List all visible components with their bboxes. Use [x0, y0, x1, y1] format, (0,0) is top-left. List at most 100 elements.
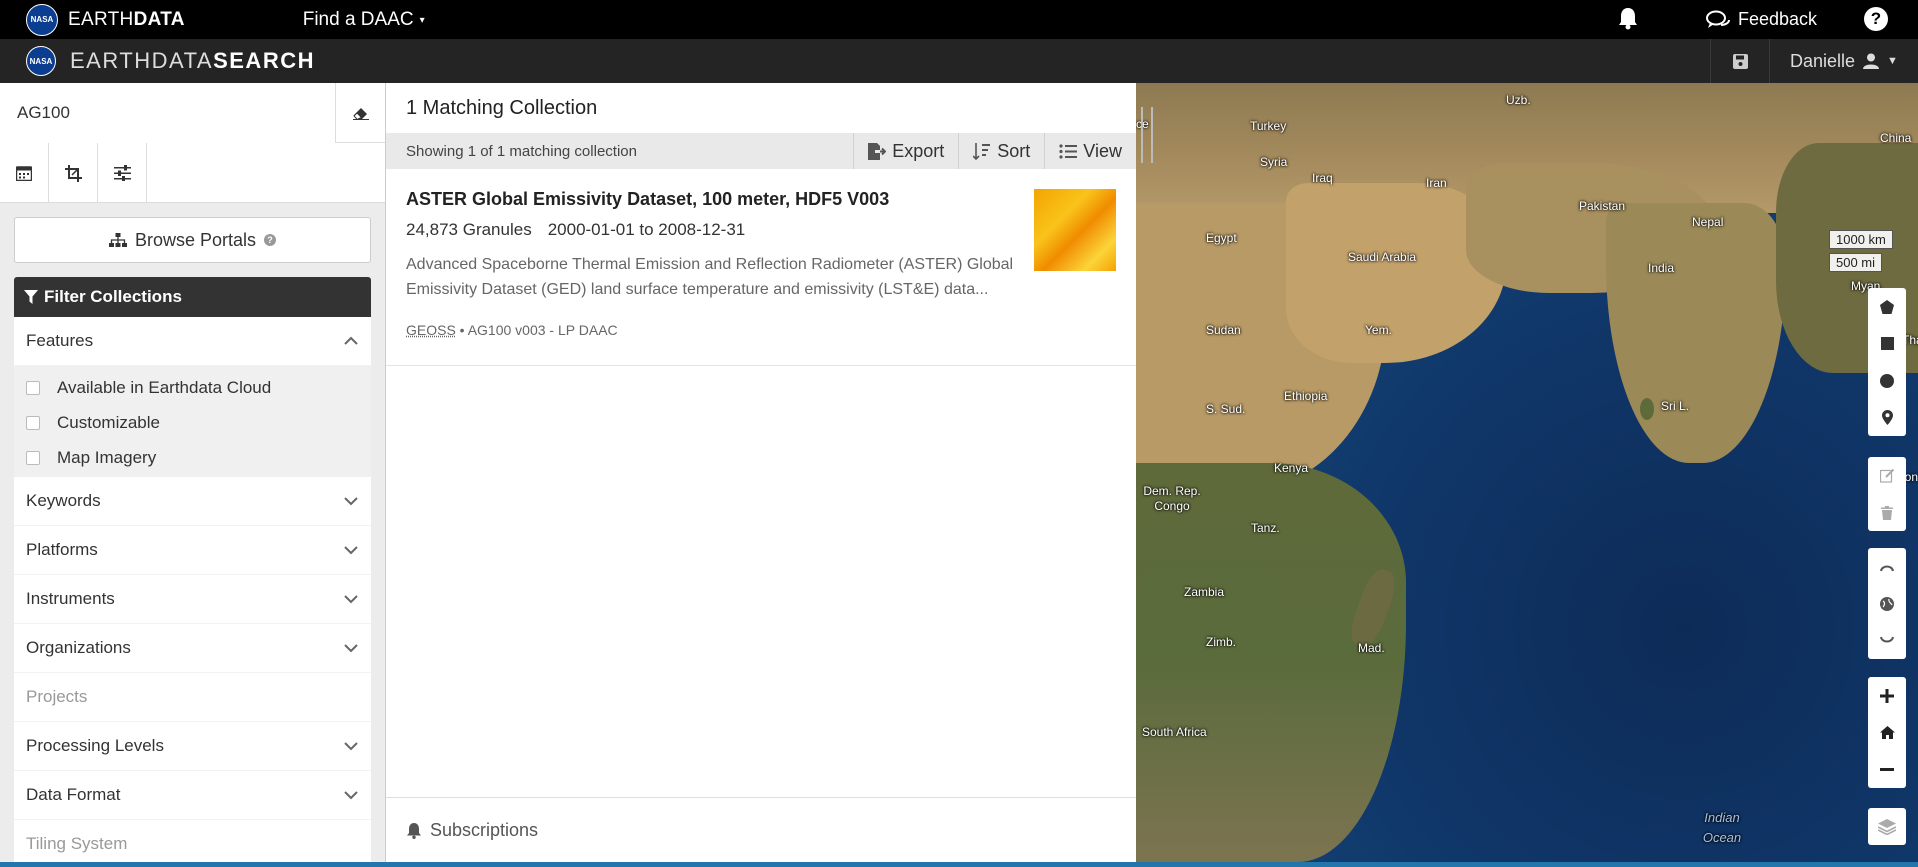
facet-data-format[interactable]: Data Format — [14, 771, 371, 820]
polygon-icon — [1880, 299, 1894, 314]
user-menu[interactable]: Danielle ▼ — [1790, 39, 1898, 83]
layers-button[interactable] — [1868, 808, 1906, 845]
facet-features[interactable]: Features — [14, 317, 371, 366]
save-project-button[interactable] — [1710, 39, 1770, 83]
feature-customizable[interactable]: Customizable — [14, 405, 371, 440]
map-label: Iraq — [1312, 171, 1333, 185]
spatial-filter-button[interactable] — [49, 143, 98, 203]
view-button[interactable]: View — [1044, 133, 1136, 169]
chevron-down-icon — [344, 546, 358, 555]
map-label: Tanz. — [1251, 521, 1280, 535]
facet-label: Instruments — [26, 589, 115, 608]
find-daac-label: Find a DAAC — [302, 8, 414, 30]
collection-results-panel: 1 Matching Collection Showing 1 of 1 mat… — [386, 83, 1136, 862]
sidebar-body: Browse Portals ? Filter Collections Feat… — [0, 203, 385, 862]
edit-shape-button[interactable] — [1868, 457, 1906, 494]
feedback-link[interactable]: Feedback — [1706, 0, 1817, 39]
advanced-search-button[interactable] — [98, 143, 147, 203]
facet-projects: Projects — [14, 673, 371, 722]
sort-button[interactable]: Sort — [958, 133, 1044, 169]
export-button[interactable]: Export — [853, 133, 958, 169]
help-icon[interactable]: ? — [1864, 7, 1888, 31]
layers-icon — [1878, 818, 1896, 835]
zoom-tools — [1868, 677, 1906, 788]
feature-earthdata-cloud[interactable]: Available in Earthdata Cloud — [14, 370, 371, 405]
home-icon — [1879, 726, 1895, 739]
geoss-badge[interactable]: GEOSS — [406, 322, 456, 338]
nasa-logo[interactable]: NASA — [26, 3, 58, 36]
eraser-icon — [352, 107, 369, 120]
search-row — [0, 83, 385, 143]
subscriptions-button[interactable]: Subscriptions — [386, 797, 1136, 862]
antarctic-projection-button[interactable] — [1868, 622, 1906, 659]
facet-platforms[interactable]: Platforms — [14, 526, 371, 575]
map-panel[interactable]: ce Turkey Syria Iraq Iran Pakistan Nepal… — [1136, 83, 1918, 862]
map-label: Zimb. — [1206, 635, 1236, 649]
zoom-out-button[interactable] — [1868, 751, 1906, 788]
draw-tools — [1868, 288, 1906, 436]
checkbox[interactable] — [26, 450, 40, 465]
facet-label: Keywords — [26, 491, 101, 510]
browse-portals-button[interactable]: Browse Portals ? — [14, 217, 371, 263]
search-input[interactable] — [0, 83, 335, 143]
facet-instruments[interactable]: Instruments — [14, 575, 371, 624]
home-button[interactable] — [1868, 714, 1906, 751]
collection-granules: 24,873 Granules — [406, 220, 532, 239]
globe-north-icon — [1880, 565, 1894, 571]
panel-resize-handle[interactable] — [1141, 107, 1153, 163]
layers-control — [1868, 808, 1906, 845]
nasa-logo-small[interactable]: NASA — [26, 46, 56, 76]
checkbox[interactable] — [26, 415, 40, 430]
edit-icon — [1879, 468, 1894, 483]
earthdata-brand[interactable]: EARTHDATA — [68, 9, 185, 31]
projection-tools — [1868, 548, 1906, 659]
feature-label: Customizable — [57, 412, 160, 432]
zoom-in-button[interactable] — [1868, 677, 1906, 714]
facet-processing-levels[interactable]: Processing Levels — [14, 722, 371, 771]
collection-result-item[interactable]: ASTER Global Emissivity Dataset, 100 met… — [386, 169, 1136, 366]
facet-tiling-system: Tiling System — [14, 820, 371, 862]
draw-circle-button[interactable] — [1868, 362, 1906, 399]
delete-shape-button[interactable] — [1868, 494, 1906, 531]
facet-label: Projects — [26, 687, 88, 706]
chevron-down-icon — [344, 742, 358, 751]
question-circle-icon[interactable]: ? — [264, 234, 277, 246]
sliders-icon — [113, 165, 131, 181]
user-icon — [1863, 53, 1880, 69]
chevron-down-icon — [344, 644, 358, 653]
collection-title[interactable]: ASTER Global Emissivity Dataset, 100 met… — [406, 189, 1116, 210]
geographic-projection-button[interactable] — [1868, 585, 1906, 622]
facet-label: Processing Levels — [26, 736, 164, 755]
checkbox[interactable] — [26, 380, 40, 395]
collection-meta: 24,873 Granules 2000-01-01 to 2008-12-31 — [406, 220, 1116, 240]
filter-icon — [24, 290, 38, 304]
globe-south-icon — [1880, 636, 1894, 642]
draw-point-button[interactable] — [1868, 399, 1906, 436]
map-label: India — [1648, 261, 1675, 275]
square-icon — [1880, 337, 1894, 350]
draw-rectangle-button[interactable] — [1868, 325, 1906, 362]
results-toolbar: Showing 1 of 1 matching collection Expor… — [386, 133, 1136, 169]
facet-organizations[interactable]: Organizations — [14, 624, 371, 673]
map-landmass — [1606, 203, 1786, 463]
browse-portals-label: Browse Portals — [134, 229, 257, 250]
find-daac-menu[interactable]: Find a DAAC ▾ — [303, 9, 425, 31]
facet-label: Features — [26, 331, 94, 350]
clear-search-button[interactable] — [335, 83, 385, 143]
feature-map-imagery[interactable]: Map Imagery — [14, 440, 371, 475]
chevron-down-icon — [344, 595, 358, 604]
bell-icon[interactable] — [1617, 6, 1639, 30]
facet-label: Platforms — [26, 540, 98, 559]
facet-keywords[interactable]: Keywords — [14, 477, 371, 526]
scale-bar-mi: 500 mi — [1829, 253, 1883, 272]
subscriptions-label: Subscriptions — [430, 819, 539, 840]
map-label: Nepal — [1692, 215, 1724, 229]
map-label: Syria — [1260, 155, 1288, 169]
temporal-filter-button[interactable] — [0, 143, 49, 203]
arctic-projection-button[interactable] — [1868, 548, 1906, 585]
user-name: Danielle — [1790, 50, 1856, 71]
draw-polygon-button[interactable] — [1868, 288, 1906, 325]
bottom-status-strip — [0, 862, 1918, 867]
earthdata-search-title[interactable]: EARTHDATASEARCH — [70, 48, 315, 74]
collection-thumbnail[interactable] — [1034, 189, 1116, 271]
